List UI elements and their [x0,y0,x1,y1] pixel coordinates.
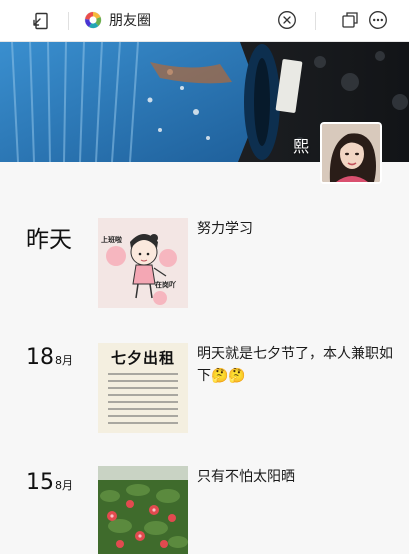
window-button[interactable] [337,7,363,33]
post-date-month: 8月 [55,354,73,367]
poster-text-line [108,387,178,389]
window-title: 朋友圈 [84,10,151,30]
avatar[interactable] [320,122,382,184]
post-date: 188月 [26,345,73,370]
poster-text-line [108,394,178,396]
post-image[interactable] [98,466,188,554]
window-icon [342,12,358,28]
poster-text-line [108,422,178,424]
poster-text-line [108,401,178,403]
more-button[interactable] [365,7,391,33]
post-date: 158月 [26,470,73,495]
toolbar-divider [68,12,69,30]
toolbar-divider [315,12,316,30]
flower-photo [98,466,188,554]
post-date-month: 8月 [55,479,73,492]
post-date: 昨天 [26,227,72,253]
collapse-button[interactable] [27,8,53,34]
collapse-icon [33,12,48,30]
post-image[interactable]: 上班啦 在岗吖 [98,218,188,308]
moments-icon [84,11,102,29]
sticker-caption: 在岗吖 [155,281,176,289]
post-date-day: 18 [26,345,54,370]
poster-text-line [108,373,178,375]
app-title: 朋友圈 [109,13,151,29]
post-text: 明天就是七夕节了，本人兼职如下🤔🤔 [197,346,393,384]
avatar-image [322,124,380,182]
poster-text-line [108,408,178,410]
top-bar: 朋友圈 [0,0,409,42]
sticker-image [98,218,188,308]
post-text: 只有不怕太阳晒 [197,469,295,485]
more-icon [369,11,387,29]
post-date-day: 15 [26,470,54,495]
sticker-caption: 上班啦 [101,236,122,244]
close-icon [278,11,296,29]
poster-text-line [108,415,178,417]
post-image[interactable]: 七夕出租 [98,343,188,433]
poster-text-line [108,380,178,382]
close-button[interactable] [274,7,300,33]
profile-username: 熙 [292,137,309,156]
poster-title: 七夕出租 [110,349,175,367]
post-text: 努力学习 [197,221,253,237]
